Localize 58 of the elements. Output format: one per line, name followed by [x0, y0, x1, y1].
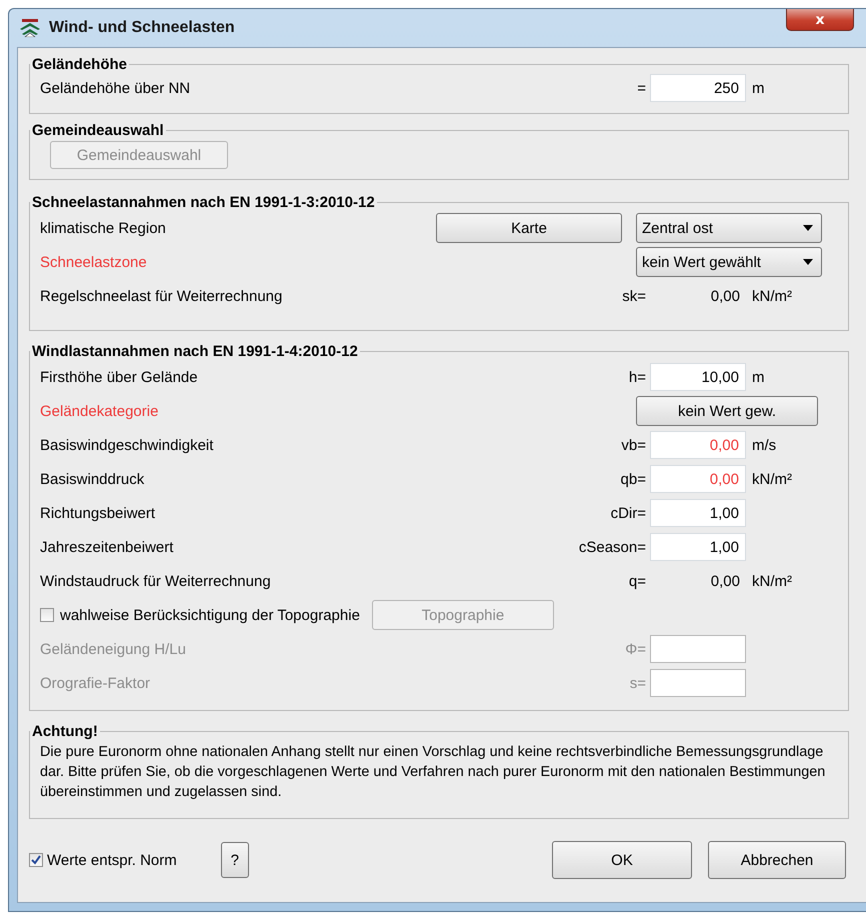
dropdown-arrow-icon: [803, 225, 813, 231]
field-label: Regelschneelast für Weiterrechnung: [40, 288, 284, 304]
symbol-label: qb=: [620, 470, 647, 488]
dropdown[interactable]: Zentral ost: [636, 213, 822, 243]
symbol-label: s=: [628, 674, 647, 692]
field-label: Geländehöhe über NN: [40, 80, 192, 96]
unit-label: m: [752, 368, 764, 386]
map-button[interactable]: Karte: [436, 213, 622, 243]
checkbox-label: wahlweise Berücksichtigung der Topographie: [60, 606, 360, 624]
field-label: klimatische Region: [40, 220, 167, 236]
field-label: Basiswindgeschwindigkeit: [40, 436, 214, 454]
unit-label: kN/m²: [752, 288, 792, 304]
input-field[interactable]: 0,00: [650, 465, 746, 493]
input-field[interactable]: 0,00: [650, 431, 746, 459]
symbol-label: Φ=: [624, 640, 647, 658]
field-label: Geländeneigung H/Lu: [40, 640, 187, 658]
input-field[interactable]: 10,00: [650, 363, 746, 391]
symbol-label: cDir=: [610, 504, 647, 522]
help-button[interactable]: ?: [220, 842, 249, 878]
dialog-button[interactable]: Abbrechen: [708, 841, 846, 879]
group-title: Geländehöhe: [31, 56, 128, 73]
warning-text: Die pure Euronorm ohne nationalen Anhang stellt nur einen Vorschlag und keine rechtsverbindliche Bemessungsgrundlage dar. Bitte prüfen Sie, ob die vorgeschlagenen Werte und Verfahren nach purer Euronorm mit den nationalen Bestimmungen übereinstimmen und zugelassen sind.: [40, 743, 826, 802]
app-logo-icon: [19, 19, 41, 37]
field-label: Orografie-Faktor: [40, 674, 152, 692]
symbol-label: =: [636, 80, 647, 96]
symbol-label: h=: [628, 368, 647, 386]
symbol-label: cSeason=: [578, 538, 647, 556]
dropdown[interactable]: kein Wert gewählt: [636, 247, 822, 277]
field-label: Windstaudruck für Weiterrechnung: [40, 572, 272, 590]
field-label: Geländekategorie: [40, 402, 160, 420]
field-label: Jahreszeitenbeiwert: [40, 538, 174, 556]
unit-label: m/s: [752, 436, 776, 454]
group-title: Windlastannahmen nach EN 1991-1-4:2010-12: [31, 343, 359, 360]
group-title: Achtung!: [31, 723, 99, 740]
unit-label: kN/m²: [752, 572, 792, 590]
symbol-label: vb=: [620, 436, 647, 454]
dialog-button[interactable]: OK: [552, 841, 692, 879]
field-label: Basiswinddruck: [40, 470, 146, 488]
value-text: 0,00: [710, 572, 741, 590]
unit-label: kN/m²: [752, 470, 792, 488]
input-field[interactable]: 1,00: [650, 533, 746, 561]
symbol-label: q=: [628, 572, 647, 590]
input-field[interactable]: 1,00: [650, 499, 746, 527]
checkbox[interactable]: [29, 853, 43, 867]
field-label: Schneelastzone: [40, 254, 148, 270]
field-label: Richtungsbeiwert: [40, 504, 156, 522]
field-label: Firsthöhe über Gelände: [40, 368, 199, 386]
group-title: Schneelastannahmen nach EN 1991-1-3:2010-12: [31, 194, 376, 211]
value-text: 0,00: [710, 288, 741, 304]
unit-label: m: [752, 80, 764, 96]
window-title: Wind- und Schneelasten: [49, 19, 235, 37]
symbol-label: sk=: [621, 288, 647, 304]
close-button[interactable]: x: [786, 9, 854, 31]
category-button[interactable]: kein Wert gew.: [636, 396, 818, 426]
dropdown-arrow-icon: [803, 259, 813, 265]
input-field[interactable]: 250: [650, 74, 746, 102]
group-title: Gemeindeauswahl: [31, 122, 165, 139]
checkbox-label: Werte entspr. Norm: [47, 852, 177, 868]
